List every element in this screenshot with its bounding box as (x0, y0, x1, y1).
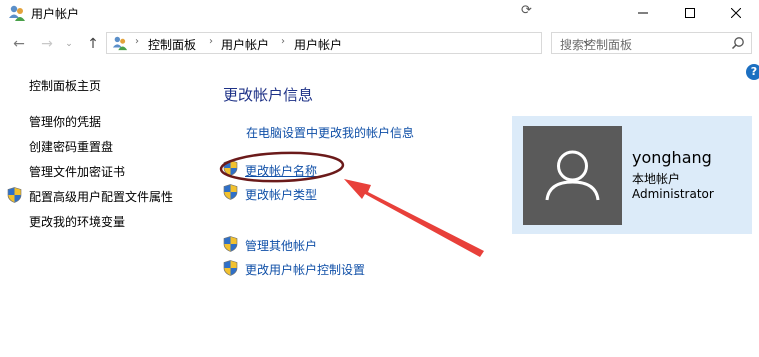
breadcrumb-user-accounts-current[interactable]: 用户帐户 (294, 36, 342, 53)
breadcrumb-user-accounts[interactable]: 用户帐户 (221, 36, 269, 53)
title-bar: 用户帐户 (0, 0, 759, 28)
recent-locations-button[interactable]: ⌄ (63, 35, 75, 53)
address-bar[interactable]: › 控制面板 › 用户帐户 › 用户帐户 (106, 32, 593, 54)
arrow-up-icon: ↑ (87, 36, 99, 52)
search-box[interactable]: 搜索控制面板 (551, 32, 752, 54)
refresh-icon[interactable]: ⟳ (521, 3, 532, 18)
breadcrumb-separator[interactable]: › (209, 36, 213, 47)
task-link-change-account-type[interactable]: 更改帐户类型 (245, 186, 317, 203)
sidebar-item-create-reset-disk[interactable]: 创建密码重置盘 (29, 138, 113, 155)
arrow-left-icon: ← (13, 36, 25, 52)
breadcrumb-separator[interactable]: › (281, 36, 285, 47)
breadcrumb-separator[interactable]: › (135, 36, 139, 47)
close-icon (731, 8, 741, 18)
uac-shield-icon (223, 260, 238, 276)
uac-shield-icon (223, 184, 238, 200)
sidebar-item-advanced-profile-properties[interactable]: 配置高级用户配置文件属性 (29, 188, 173, 205)
account-role: Administrator (632, 187, 714, 201)
uac-shield-icon (223, 236, 238, 252)
task-link-manage-other-accounts[interactable]: 管理其他帐户 (245, 237, 317, 254)
minimize-icon (638, 12, 648, 14)
sidebar-item-file-encryption-certs[interactable]: 管理文件加密证书 (29, 163, 125, 180)
user-name: yonghang (632, 148, 712, 167)
close-button[interactable] (713, 0, 759, 26)
back-button[interactable]: ← (10, 35, 28, 53)
search-icon[interactable] (731, 36, 745, 50)
user-silhouette-icon (545, 150, 600, 201)
breadcrumb-control-panel[interactable]: 控制面板 (148, 36, 196, 53)
maximize-button[interactable] (667, 0, 713, 26)
avatar (523, 126, 622, 225)
uac-shield-icon (223, 160, 238, 176)
minimize-button[interactable] (620, 0, 666, 26)
arrow-right-icon: → (41, 36, 53, 52)
forward-button[interactable]: → (38, 35, 56, 53)
user-account-card: yonghang 本地帐户 Administrator (512, 116, 752, 234)
up-button[interactable]: ↑ (84, 35, 102, 53)
user-accounts-icon (9, 5, 25, 21)
window-title: 用户帐户 (31, 7, 80, 21)
task-link-change-account-name[interactable]: 更改帐户名称 (245, 162, 317, 179)
sidebar-item-change-env-vars[interactable]: 更改我的环境变量 (29, 213, 125, 230)
account-type: 本地帐户 (632, 172, 681, 186)
help-icon[interactable]: ? (746, 64, 759, 80)
maximize-icon (685, 8, 695, 18)
search-placeholder[interactable]: 搜索控制面板 (560, 36, 632, 53)
sidebar-item-manage-credentials[interactable]: 管理你的凭据 (29, 113, 101, 130)
chevron-down-icon: ⌄ (65, 39, 73, 49)
task-link-uac-settings[interactable]: 更改用户帐户控制设置 (245, 261, 365, 278)
task-link-pc-settings[interactable]: 在电脑设置中更改我的帐户信息 (246, 124, 414, 141)
annotation-arrow (344, 179, 484, 257)
user-accounts-icon (112, 36, 128, 51)
sidebar-item-control-panel-home[interactable]: 控制面板主页 (29, 77, 101, 94)
page-title: 更改帐户信息 (223, 86, 314, 104)
uac-shield-icon (7, 187, 22, 203)
